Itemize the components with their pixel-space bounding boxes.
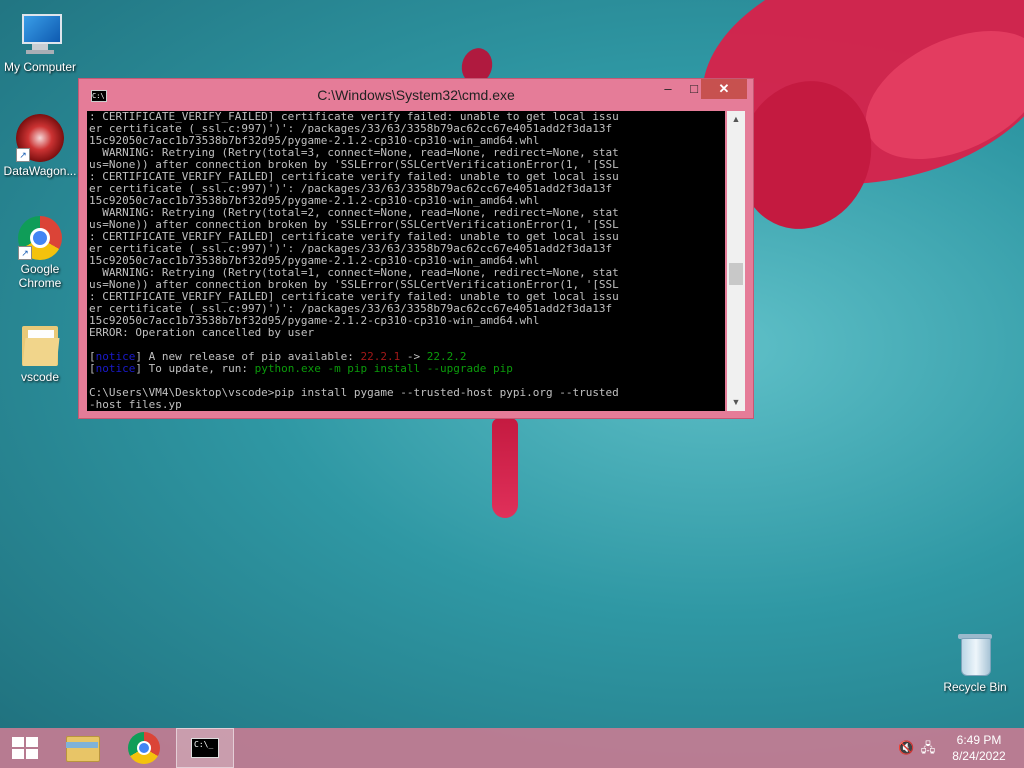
pip-update-command: python.exe -m pip install --upgrade pip — [254, 362, 513, 375]
console-pip-notice-2: [notice] To update, run: python.exe -m p… — [89, 362, 513, 375]
windows-logo-icon — [12, 737, 24, 747]
folder-icon — [16, 320, 64, 368]
desktop-icon-label: My Computer — [3, 60, 77, 74]
folder-icon — [66, 736, 100, 762]
pip-update-text: To update, run: — [142, 362, 255, 375]
taskbar-clock[interactable]: 6:49 PM 8/24/2022 — [944, 732, 1014, 764]
recycle-bin-icon — [951, 630, 999, 678]
chrome-icon: ↗ — [18, 216, 62, 260]
vertical-scrollbar[interactable]: ▲ ▼ — [727, 111, 745, 411]
scrollbar-thumb[interactable] — [729, 263, 743, 285]
taskbar-cmd[interactable]: C:\_ — [176, 728, 234, 768]
desktop-icon-label: Google Chrome — [18, 262, 62, 290]
console-prompt-line-cont[interactable]: -host files.yp — [87, 399, 725, 411]
scroll-up-icon[interactable]: ▲ — [727, 111, 745, 128]
computer-icon — [16, 10, 64, 58]
desktop-icon-google-chrome[interactable]: ↗ Google Chrome — [0, 216, 80, 290]
close-button[interactable]: ✕ — [701, 79, 747, 99]
desktop-icon-datawagon[interactable]: ↗ DataWagon... — [0, 114, 80, 178]
datawagon-icon: ↗ — [16, 114, 64, 162]
scroll-down-icon[interactable]: ▼ — [727, 394, 745, 411]
console-prompt-line[interactable]: C:\Users\VM4\Desktop\vscode>pip install … — [87, 387, 725, 399]
console-warning-lines: : CERTIFICATE_VERIFY_FAILED] certificate… — [87, 111, 725, 327]
console-error-line: ERROR: Operation cancelled by user — [89, 326, 315, 339]
desktop-icon-vscode[interactable]: vscode — [0, 320, 80, 384]
window-title: C:\Windows\System32\cmd.exe — [317, 87, 515, 103]
cmd-icon: C:\_ — [191, 738, 219, 758]
network-icon[interactable]: 🖧 — [920, 740, 936, 756]
taskbar-file-explorer[interactable] — [60, 728, 104, 768]
cmd-window[interactable]: C:\ C:\Windows\System32\cmd.exe – □ ✕ : … — [78, 78, 754, 419]
clock-time: 6:49 PM — [956, 733, 1002, 747]
notice-tag: notice — [95, 362, 136, 375]
minimize-button[interactable]: – — [655, 79, 681, 99]
taskbar: C:\_ 🔇 🖧 6:49 PM 8/24/2022 — [0, 728, 1024, 768]
volume-muted-icon[interactable]: 🔇 — [898, 740, 914, 756]
window-titlebar[interactable]: C:\ C:\Windows\System32\cmd.exe – □ ✕ — [79, 79, 753, 109]
start-button[interactable] — [8, 728, 44, 768]
shortcut-arrow-icon: ↗ — [16, 148, 30, 162]
desktop-icon-label: Recycle Bin — [943, 680, 1007, 694]
clock-date: 8/24/2022 — [952, 749, 1006, 763]
shortcut-arrow-icon: ↗ — [18, 246, 32, 260]
desktop-icon-my-computer[interactable]: My Computer — [0, 10, 80, 74]
desktop-icon-label: DataWagon... — [3, 164, 77, 178]
console-output[interactable]: : CERTIFICATE_VERIFY_FAILED] certificate… — [87, 111, 725, 411]
taskbar-chrome[interactable] — [122, 728, 166, 768]
desktop-icon-recycle-bin[interactable]: Recycle Bin — [935, 630, 1015, 694]
wallpaper-flower-stem — [492, 418, 518, 518]
desktop-icon-label: vscode — [20, 370, 60, 384]
chrome-icon — [128, 732, 160, 764]
